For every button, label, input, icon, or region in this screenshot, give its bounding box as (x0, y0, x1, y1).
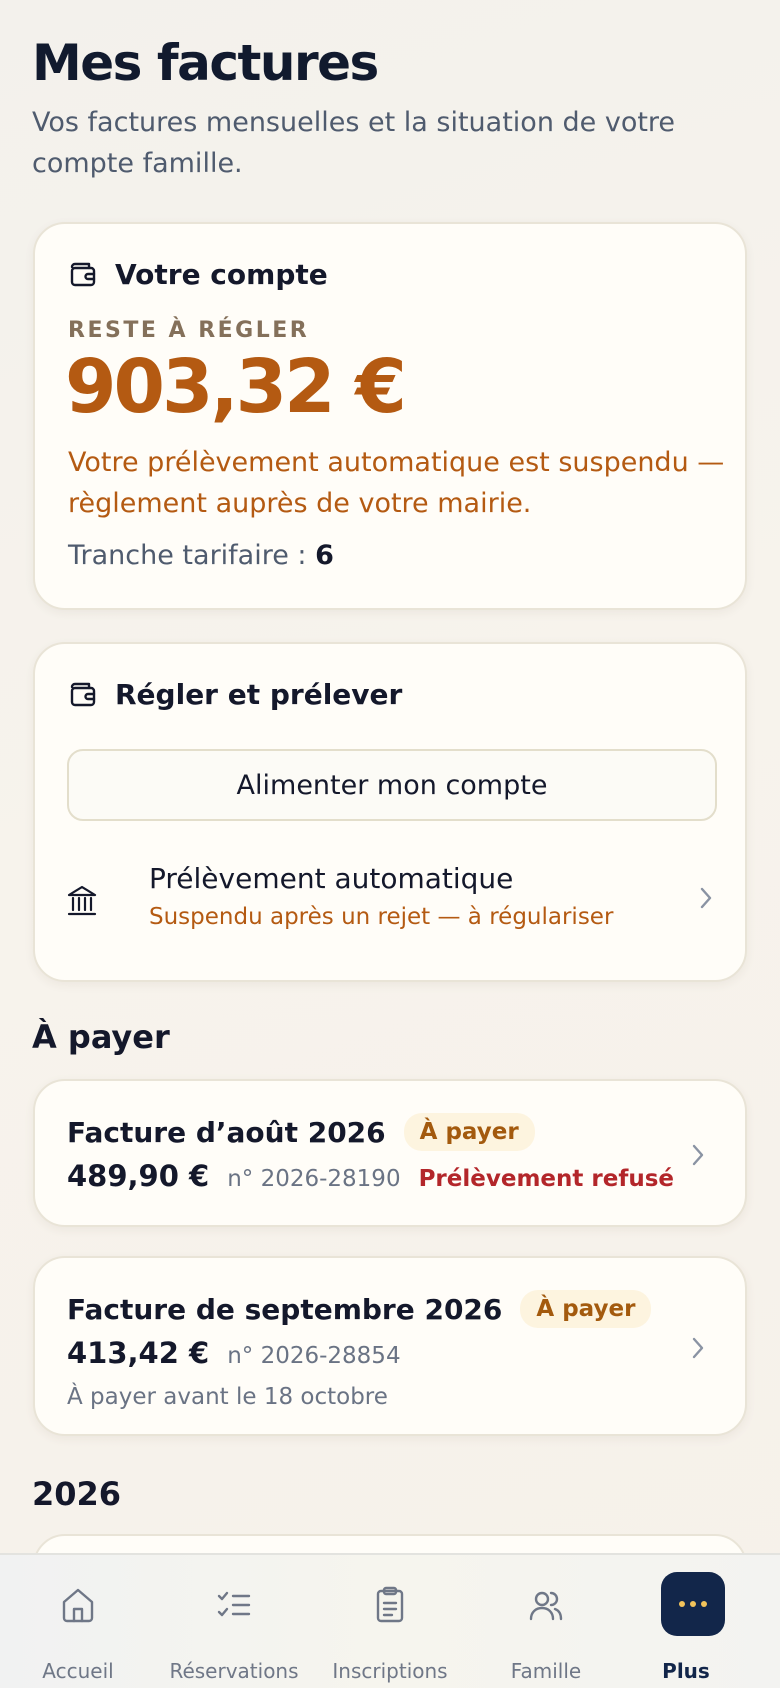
invoice-card-august[interactable]: Facture d’août 2026 À payer 489,90 € n° … (33, 1079, 747, 1227)
status-badge: À payer (520, 1290, 652, 1328)
tranche-label: Tranche tarifaire : (68, 540, 307, 571)
to-pay-section-title: À payer (32, 1018, 170, 1056)
chevron-right-icon (700, 887, 712, 909)
nav-label: Famille (510, 1659, 582, 1683)
users-icon (529, 1591, 563, 1621)
nav-item-inscriptions[interactable]: Inscriptions (312, 1555, 468, 1688)
checklist-icon (217, 1591, 251, 1617)
direct-debit-title: Prélèvement automatique (149, 862, 514, 895)
invoice-number: n° 2026-28854 (227, 1343, 401, 1369)
tranche-value: 6 (315, 540, 334, 571)
chevron-right-icon (692, 1144, 704, 1166)
pay-card-title: Régler et prélever (115, 678, 403, 711)
invoice-title: Facture de septembre 2026 (67, 1292, 503, 1326)
invoice-refused-status: Prélèvement refusé (418, 1166, 675, 1192)
wallet-icon (70, 262, 96, 286)
bottom-nav: Accueil Réservations Inscriptions Famill… (0, 1553, 780, 1688)
invoice-title-row: Facture d’août 2026 À payer (67, 1113, 535, 1151)
page-title: Mes factures (32, 34, 379, 92)
invoice-title: Facture d’août 2026 (67, 1115, 386, 1149)
nav-label: Réservations (169, 1659, 299, 1683)
nav-item-plus[interactable]: Plus (624, 1555, 780, 1688)
wallet-icon (70, 682, 96, 706)
invoice-due-date: À payer avant le 18 octobre (67, 1384, 388, 1410)
nav-item-reservations[interactable]: Réservations (156, 1555, 312, 1688)
invoice-card-september[interactable]: Facture de septembre 2026 À payer 413,42… (33, 1256, 747, 1436)
direct-debit-row[interactable]: Prélèvement automatique Suspendu après u… (67, 862, 717, 942)
invoice-number: n° 2026-28190 (227, 1166, 401, 1192)
status-badge: À payer (403, 1113, 535, 1151)
suspend-message: Votre prélèvement automatique est suspen… (68, 447, 725, 519)
fund-account-button[interactable]: Alimenter mon compte (67, 749, 717, 821)
nav-label: Inscriptions (332, 1659, 448, 1683)
invoice-meta-row: 489,90 € n° 2026-28190 Prélèvement refus… (67, 1159, 674, 1193)
invoice-meta-row: 413,42 € n° 2026-28854 (67, 1336, 419, 1370)
invoice-title-row: Facture de septembre 2026 À payer (67, 1290, 652, 1328)
pay-card-header: Régler et prélever (67, 678, 402, 711)
rest-label: RESTE À RÉGLER (68, 318, 310, 343)
invoice-amount: 489,90 € (67, 1159, 210, 1193)
account-card-title: Votre compte (115, 258, 328, 291)
direct-debit-status: Suspendu après un rejet — à régulariser (149, 904, 614, 930)
chevron-right-icon (692, 1337, 704, 1359)
bank-icon (67, 885, 97, 916)
nav-item-accueil[interactable]: Accueil (0, 1555, 156, 1688)
nav-item-famille[interactable]: Famille (468, 1555, 624, 1688)
rest-amount: 903,32 € (65, 344, 407, 430)
home-icon (62, 1588, 94, 1623)
page-subtitle: Vos factures mensuelles et la situation … (32, 107, 676, 179)
clipboard-icon (376, 1586, 404, 1623)
pay-card: Régler et prélever Alimenter mon compte … (33, 642, 747, 982)
nav-label: Plus (662, 1659, 710, 1683)
account-card: Votre compte RESTE À RÉGLER 903,32 € Vot… (33, 222, 747, 610)
invoice-amount: 413,42 € (67, 1336, 210, 1370)
account-card-header: Votre compte (67, 258, 328, 291)
nav-label: Accueil (42, 1659, 114, 1683)
year-section-title: 2026 (32, 1475, 122, 1513)
screen: Mes factures Vos factures mensuelles et … (0, 0, 780, 1688)
more-dots-icon (679, 1601, 707, 1607)
tranche-tarifaire: Tranche tarifaire : 6 (68, 540, 334, 571)
